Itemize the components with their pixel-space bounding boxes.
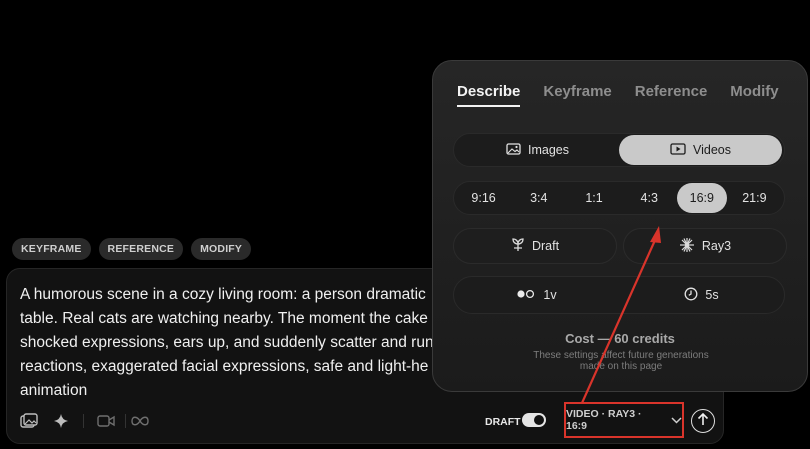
ratio-option[interactable]: 3:4	[511, 183, 566, 213]
submit-button[interactable]	[691, 409, 715, 433]
prompt-toolbar: DRAFT VIDEO · RAY3 · 16:9	[7, 402, 723, 438]
draft-toggle[interactable]	[522, 413, 546, 427]
aspect-ratio-selector: 9:16 3:4 1:1 4:3 16:9 21:9	[453, 181, 785, 215]
tag-chips: KEYFRAME REFERENCE MODIFY	[12, 238, 252, 260]
tab-reference[interactable]: Reference	[635, 83, 708, 107]
tab-describe[interactable]: Describe	[457, 83, 521, 107]
variations-label: 1v	[543, 288, 557, 302]
draft-label: DRAFT	[485, 416, 521, 428]
image-icon[interactable]	[18, 410, 40, 432]
generation-settings-popover: Describe Keyframe Reference Modify Image…	[432, 60, 808, 392]
tab-keyframe[interactable]: Keyframe	[543, 83, 611, 107]
media-option-label: Videos	[693, 143, 731, 157]
ratio-option[interactable]: 4:3	[622, 183, 677, 213]
upload-arrow-icon	[697, 412, 709, 431]
ratio-option[interactable]: 9:16	[456, 183, 511, 213]
video-camera-icon[interactable]	[95, 410, 117, 432]
duration-selector[interactable]: 5s	[619, 280, 784, 310]
media-option-images[interactable]: Images	[456, 135, 619, 165]
divider	[83, 414, 84, 428]
variation-dots-icon	[516, 288, 536, 302]
settings-summary: VIDEO · RAY3 · 16:9	[566, 408, 642, 432]
tab-modify[interactable]: Modify	[730, 83, 778, 107]
duration-label: 5s	[705, 288, 719, 302]
chevron-down-icon	[671, 411, 682, 429]
model-label: Ray3	[701, 239, 732, 253]
chip-reference[interactable]: REFERENCE	[98, 238, 184, 260]
media-type-selector: Images Videos	[453, 133, 785, 167]
ratio-option[interactable]: 1:1	[566, 183, 621, 213]
infinity-icon[interactable]	[129, 410, 151, 432]
quality-label: Draft	[531, 239, 560, 253]
sparkle-icon[interactable]	[50, 410, 72, 432]
starburst-icon	[679, 237, 695, 256]
cost-label: Cost — 60 credits	[565, 331, 675, 346]
ratio-option-selected[interactable]: 16:9	[676, 183, 727, 213]
divider	[125, 414, 126, 428]
generation-settings-button[interactable]: VIDEO · RAY3 · 16:9	[564, 402, 684, 438]
output-options: 1v 5s	[453, 276, 785, 314]
play-icon	[670, 142, 686, 158]
sprout-icon	[511, 237, 525, 255]
chip-modify[interactable]: MODIFY	[191, 238, 252, 260]
model-ray3-button[interactable]: Ray3	[623, 228, 787, 264]
ratio-option[interactable]: 21:9	[727, 183, 782, 213]
settings-note: These settings affect future generations…	[533, 350, 709, 372]
chip-keyframe[interactable]: KEYFRAME	[12, 238, 91, 260]
variations-selector[interactable]: 1v	[454, 280, 619, 310]
popover-tabs: Describe Keyframe Reference Modify	[457, 83, 779, 107]
clock-icon	[684, 287, 698, 304]
media-option-label: Images	[528, 143, 569, 157]
quality-draft-button[interactable]: Draft	[453, 228, 617, 264]
media-option-videos[interactable]: Videos	[619, 135, 782, 165]
image-icon	[506, 142, 521, 158]
